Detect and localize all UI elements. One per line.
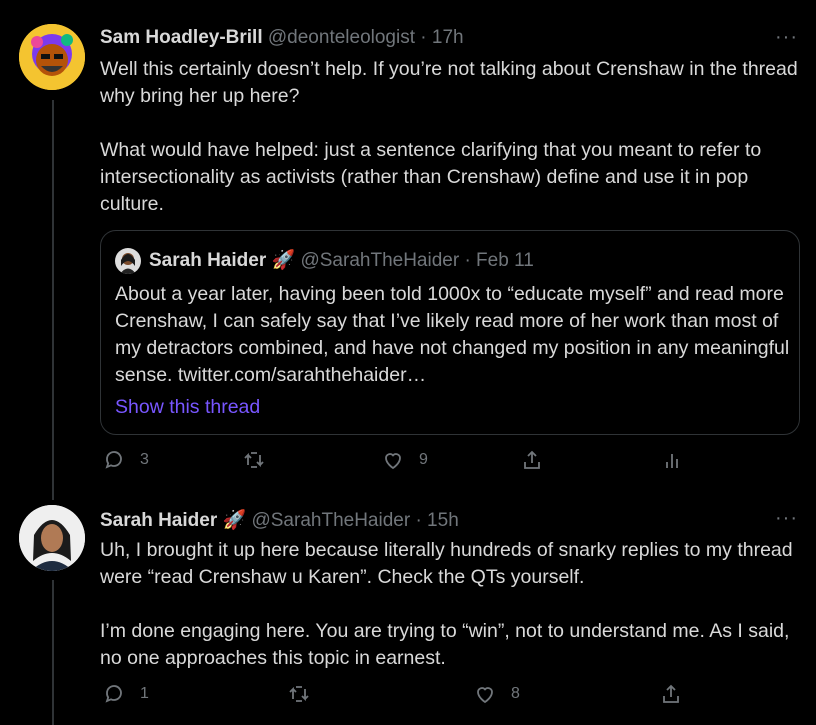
retweet-icon xyxy=(244,452,264,468)
avatar[interactable] xyxy=(19,24,85,90)
heart-icon xyxy=(385,453,401,470)
share-icon xyxy=(663,684,679,703)
user-handle[interactable]: @SarahTheHaider xyxy=(251,510,410,531)
display-name[interactable]: Sarah Haider xyxy=(100,510,217,531)
display-name[interactable]: Sam Hoadley-Brill xyxy=(100,27,263,48)
like-count: 8 xyxy=(511,685,520,702)
avatar-photo-icon xyxy=(19,505,85,571)
quoted-tweet-text: About a year later, having been told 100… xyxy=(115,283,790,386)
like-count: 9 xyxy=(419,451,428,468)
avatar[interactable] xyxy=(19,505,85,571)
share-button[interactable] xyxy=(659,682,683,706)
analytics-icon xyxy=(666,454,678,468)
quoted-avatar xyxy=(115,248,141,274)
retweet-button[interactable] xyxy=(287,682,325,706)
rocket-emoji-icon: 🚀 xyxy=(271,250,296,272)
show-thread-link[interactable]: Show this thread xyxy=(115,396,260,419)
reply-count: 3 xyxy=(140,451,149,468)
tweet-actions: 1 8 xyxy=(100,682,800,712)
more-options-icon[interactable]: ··· xyxy=(775,26,798,49)
reply-button[interactable]: 1 xyxy=(102,682,149,706)
retweet-icon xyxy=(289,686,309,702)
quoted-timestamp: · Feb 11 xyxy=(464,250,534,272)
tweet-header: Sam Hoadley-Brill @deonteleologist · 17h xyxy=(100,27,464,49)
quoted-handle: @SarahTheHaider xyxy=(300,250,460,272)
rocket-emoji-icon: 🚀 xyxy=(222,510,247,531)
reply-icon xyxy=(105,451,122,469)
quoted-tweet[interactable]: Sarah Haider 🚀 @SarahTheHaider · Feb 11 … xyxy=(100,230,800,435)
reply-button[interactable]: 3 xyxy=(102,448,149,472)
timestamp[interactable]: · 17h xyxy=(420,27,463,48)
quoted-tweet-header: Sarah Haider 🚀 @SarahTheHaider · Feb 11 xyxy=(115,248,534,274)
more-options-icon[interactable]: ··· xyxy=(775,507,798,530)
user-handle[interactable]: @deonteleologist xyxy=(268,27,415,48)
reply-icon xyxy=(105,685,122,703)
tweet-actions: 3 9 xyxy=(100,448,800,478)
heart-icon xyxy=(477,687,493,704)
tweet-header: Sarah Haider 🚀 @SarahTheHaider · 15h xyxy=(100,508,459,532)
avatar-illustration-icon xyxy=(19,24,85,90)
share-button[interactable] xyxy=(520,448,544,472)
tweet-text: Well this certainly doesn’t help. If you… xyxy=(100,58,798,215)
quoted-display-name: Sarah Haider xyxy=(149,250,267,272)
tweet-text: Uh, I brought it up here because literal… xyxy=(100,539,793,669)
like-button[interactable]: 9 xyxy=(381,448,428,472)
share-icon xyxy=(524,450,540,469)
reply-count: 1 xyxy=(140,685,149,702)
analytics-button[interactable] xyxy=(660,448,684,472)
tweet[interactable]: Sam Hoadley-Brill @deonteleologist · 17h… xyxy=(0,0,816,495)
tweet[interactable]: Sarah Haider 🚀 @SarahTheHaider · 15h ···… xyxy=(0,495,816,725)
retweet-button[interactable] xyxy=(242,448,280,472)
like-button[interactable]: 8 xyxy=(473,682,520,706)
timestamp[interactable]: · 15h xyxy=(415,510,458,531)
